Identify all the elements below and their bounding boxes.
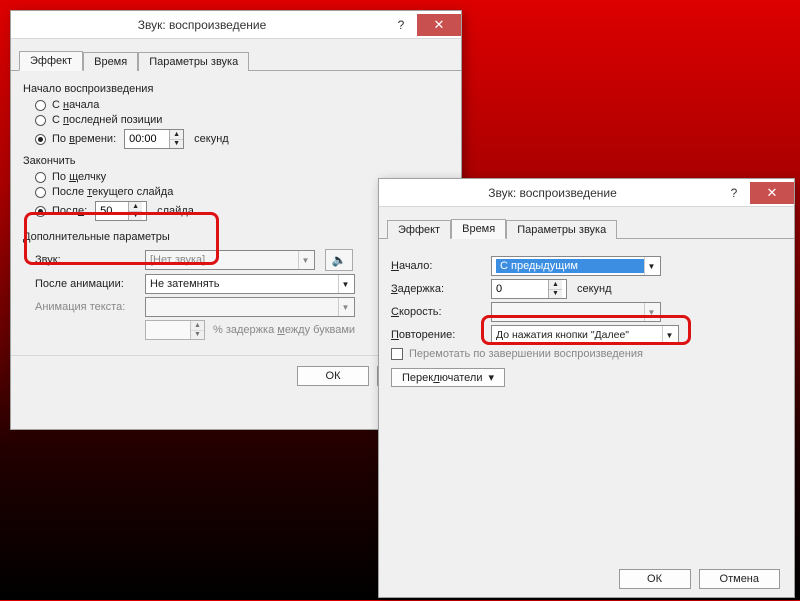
rewind-checkbox[interactable] — [391, 348, 403, 360]
sound-label: Звук: — [35, 254, 145, 266]
by-time-spinner[interactable]: ▲▼ — [124, 129, 184, 149]
radio-from-start[interactable] — [35, 100, 46, 111]
by-time-unit: секунд — [194, 133, 229, 145]
radio-after-current[interactable] — [35, 187, 46, 198]
ok-button[interactable]: ОК — [619, 569, 691, 589]
after-anim-label: После анимации: — [35, 278, 145, 290]
repeat-value: До нажатия кнопки "Далее" — [496, 329, 629, 341]
tab-bar: Эффект Время Параметры звука — [11, 39, 461, 71]
spinner-buttons[interactable]: ▲▼ — [548, 280, 562, 298]
tab-sound-params[interactable]: Параметры звука — [138, 52, 249, 71]
speaker-icon: 🔈 — [332, 253, 347, 267]
triggers-button[interactable]: Переключатели ▾ — [391, 368, 505, 387]
repeat-label: Повторение: — [391, 329, 491, 341]
after-n-unit: слайда — [157, 205, 194, 217]
spinner-buttons[interactable]: ▲▼ — [169, 130, 183, 148]
anim-text-label: Анимация текста: — [35, 301, 145, 313]
dialog-footer: ОК Отмена — [379, 559, 794, 601]
tab-time[interactable]: Время — [83, 52, 138, 71]
chevron-down-icon[interactable]: ▼ — [298, 251, 312, 269]
chevron-down-icon: ▾ — [488, 371, 494, 384]
tab-sound-params[interactable]: Параметры звука — [506, 220, 617, 239]
group-end-legend: Закончить — [23, 155, 449, 167]
delay-unit: секунд — [577, 283, 612, 295]
radio-after-current-label: После текущего слайда — [52, 186, 173, 198]
start-combo[interactable]: С предыдущим ▼ — [491, 256, 661, 276]
window-title: Звук: воспроизведение — [19, 18, 385, 32]
radio-from-last-label: С последней позиции — [52, 114, 162, 126]
dialog-body: Начало: С предыдущим ▼ Задержка: ▲▼ секу… — [379, 239, 794, 559]
after-anim-combo[interactable]: Не затемнять ▼ — [145, 274, 355, 294]
after-n-spinner[interactable]: ▲▼ — [95, 201, 147, 221]
radio-by-time[interactable] — [35, 134, 46, 145]
radio-from-start-row[interactable]: С начала — [35, 99, 449, 111]
delay-spinner: ▲▼ — [145, 320, 205, 340]
chevron-down-icon: ▼ — [338, 298, 352, 316]
radio-from-start-label: С начала — [52, 99, 99, 111]
radio-after-n-label: После: — [52, 205, 87, 217]
by-time-input[interactable] — [125, 130, 169, 148]
delay-input — [146, 321, 190, 339]
radio-after-n[interactable] — [35, 206, 46, 217]
chevron-down-icon[interactable]: ▼ — [338, 275, 352, 293]
radio-on-click-label: По щелчку — [52, 171, 106, 183]
spin-down-icon[interactable]: ▼ — [170, 140, 183, 149]
chevron-down-icon[interactable]: ▼ — [644, 303, 658, 321]
group-start-playback: Начало воспроизведения С начала С послед… — [23, 83, 449, 149]
titlebar[interactable]: Звук: воспроизведение ? ✕ — [11, 11, 461, 39]
close-button[interactable]: ✕ — [417, 14, 461, 36]
sound-value: [Нет звука] — [150, 254, 205, 266]
start-value: С предыдущим — [496, 259, 644, 273]
anim-text-combo: ▼ — [145, 297, 355, 317]
delay-input[interactable] — [492, 280, 548, 298]
tab-effect[interactable]: Эффект — [387, 220, 451, 239]
delay-label: % задержка между буквами — [213, 324, 355, 336]
spin-down-icon[interactable]: ▼ — [549, 290, 562, 299]
cancel-button[interactable]: Отмена — [699, 569, 780, 589]
tab-bar: Эффект Время Параметры звука — [379, 207, 794, 239]
spin-up-icon[interactable]: ▲ — [170, 130, 183, 140]
sound-combo[interactable]: [Нет звука] ▼ — [145, 250, 315, 270]
group-start-legend: Начало воспроизведения — [23, 83, 449, 95]
speed-combo[interactable]: ▼ — [491, 302, 661, 322]
chevron-down-icon[interactable]: ▼ — [662, 326, 676, 344]
radio-on-click[interactable] — [35, 172, 46, 183]
start-label: Начало: — [391, 260, 491, 272]
spin-up-icon[interactable]: ▲ — [129, 202, 142, 212]
delay-spinner[interactable]: ▲▼ — [491, 279, 567, 299]
spinner-buttons[interactable]: ▲▼ — [128, 202, 142, 220]
window-title: Звук: воспроизведение — [387, 186, 718, 200]
dialog-sound-time: Звук: воспроизведение ? ✕ Эффект Время П… — [378, 178, 795, 598]
delay-label: Задержка: — [391, 283, 491, 295]
close-button[interactable]: ✕ — [750, 182, 794, 204]
chevron-down-icon[interactable]: ▼ — [644, 257, 658, 275]
rewind-label: Перемотать по завершении воспроизведения — [409, 348, 643, 360]
radio-from-last[interactable] — [35, 115, 46, 126]
after-anim-value: Не затемнять — [150, 278, 219, 290]
tab-time[interactable]: Время — [451, 219, 506, 239]
spin-down-icon[interactable]: ▼ — [129, 212, 142, 221]
titlebar[interactable]: Звук: воспроизведение ? ✕ — [379, 179, 794, 207]
radio-by-time-label: По времени: — [52, 133, 116, 145]
radio-by-time-row[interactable]: По времени: ▲▼ секунд — [35, 129, 449, 149]
spin-up-icon[interactable]: ▲ — [549, 280, 562, 290]
sound-preview-button[interactable]: 🔈 — [325, 249, 353, 271]
radio-from-last-row[interactable]: С последней позиции — [35, 114, 449, 126]
repeat-combo[interactable]: До нажатия кнопки "Далее" ▼ — [491, 325, 679, 345]
tab-effect[interactable]: Эффект — [19, 51, 83, 71]
help-button[interactable]: ? — [718, 182, 750, 204]
ok-button[interactable]: ОК — [297, 366, 369, 386]
help-button[interactable]: ? — [385, 14, 417, 36]
speed-label: Скорость: — [391, 306, 491, 318]
after-n-input[interactable] — [96, 202, 128, 220]
